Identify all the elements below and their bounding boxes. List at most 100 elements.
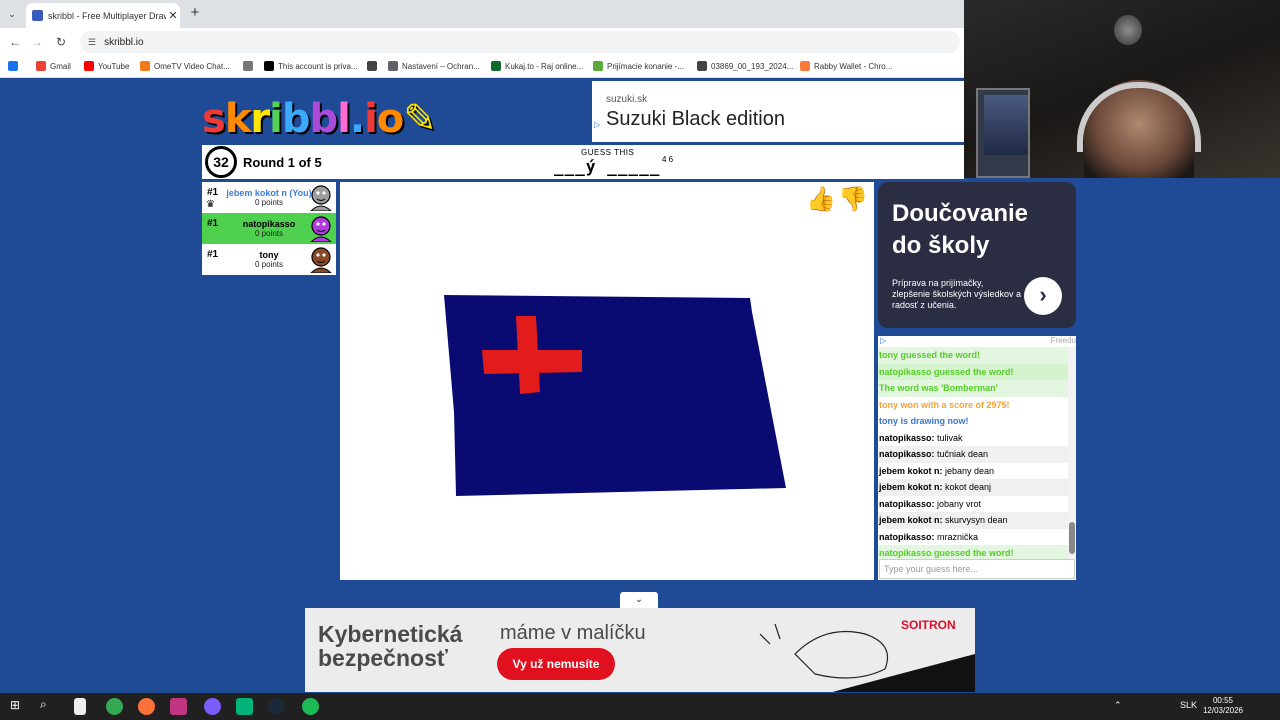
bookmark-label: This account is priva... <box>278 61 358 71</box>
bookmark-item[interactable]: Prijímacie konanie -... <box>593 61 684 71</box>
chat-text: tony won with a score of 2975! <box>879 399 1010 410</box>
chat-author: jebem kokot n: <box>879 482 943 492</box>
chat-author: natopikasso: <box>879 498 935 509</box>
drawing-svg <box>444 295 786 496</box>
chat-text: natopikasso guessed the word! <box>879 366 1014 377</box>
webcam-lamp <box>1114 15 1142 45</box>
apps-grid-icon[interactable] <box>8 61 22 71</box>
bookmark-item[interactable] <box>367 61 381 71</box>
bookmark-item[interactable]: Nastavení – Ochran... <box>388 61 480 71</box>
chat-text: natopikasso guessed the word! <box>879 548 1014 558</box>
ad-domain: suzuki.sk <box>606 94 648 105</box>
search-icon[interactable]: ⌕ <box>40 697 47 712</box>
soitron-ad[interactable]: Kybernetická bezpečnosť máme v malíčku V… <box>305 608 975 692</box>
ad-right-arrow-icon[interactable]: › <box>1024 277 1062 315</box>
bookmark-favicon-icon <box>36 61 46 71</box>
player-rank: #1 <box>207 249 219 260</box>
tab-close-icon[interactable]: ✕ <box>166 9 180 22</box>
ad-choices-icon[interactable]: ▷ <box>880 336 886 345</box>
bookmark-label: OmeTV Video Chat... <box>154 61 230 71</box>
new-tab-button[interactable]: + <box>186 4 204 22</box>
bookmark-label: Gmail <box>50 61 71 71</box>
chat-scrollbar[interactable] <box>1068 347 1076 559</box>
player-name: tony <box>259 250 279 260</box>
bookmark-item[interactable]: Kukaj.to - Raj online... <box>491 61 583 71</box>
ad-title: Suzuki Black edition <box>606 108 785 130</box>
tab-title: skribbl - Free Multiplayer Drawi <box>48 10 166 21</box>
doucovanie-ad[interactable]: Doučovanie do školy Príprava na prijímač… <box>878 182 1076 328</box>
instagram-icon[interactable] <box>170 698 187 715</box>
chat-scrollbar-thumb[interactable] <box>1069 522 1075 554</box>
bookmark-favicon-icon <box>367 61 377 71</box>
guess-input[interactable]: Type your guess here... <box>879 559 1075 579</box>
active-tab[interactable]: skribbl - Free Multiplayer Drawi ✕ <box>26 3 180 28</box>
app-icon[interactable] <box>204 698 221 715</box>
ad-bottom-brand: SOITRON <box>901 618 956 632</box>
back-icon[interactable]: ← <box>6 33 24 51</box>
dislike-thumb-icon[interactable]: 👎 <box>838 185 868 215</box>
system-clock[interactable]: 00:55 12/03/2026 <box>1198 696 1248 716</box>
language-indicator[interactable]: SLK <box>1180 700 1197 710</box>
bookmark-favicon-icon <box>140 61 150 71</box>
word-hint: ___ý _____ <box>554 157 661 176</box>
timer-clock: 32 <box>205 146 237 178</box>
firefox-icon[interactable] <box>138 698 155 715</box>
file-icon[interactable] <box>74 698 86 715</box>
chrome-icon[interactable] <box>106 698 123 715</box>
chat-messages: tony guessed the word! natopikasso guesse… <box>878 347 1068 559</box>
bookmark-label: Nastavení – Ochran... <box>402 61 480 71</box>
windows-start-icon[interactable]: ⊞ <box>10 698 20 712</box>
game-header: 32 Round 1 of 5 GUESS THIS ___ý _____ 4 … <box>202 145 964 179</box>
bookmark-favicon-icon <box>593 61 603 71</box>
discord-icon[interactable] <box>236 698 253 715</box>
collapse-ad-chevron-icon[interactable]: ⌄ <box>620 592 658 608</box>
address-bar[interactable]: ☰ skribbl.io <box>80 31 960 53</box>
reload-icon[interactable]: ↻ <box>52 33 70 51</box>
tab-search-icon[interactable]: ⌄ <box>4 6 20 22</box>
steam-icon[interactable] <box>268 698 285 715</box>
chat-text: tony is drawing now! <box>879 416 969 426</box>
ad-choices-icon[interactable]: ▷ <box>594 120 600 129</box>
player-rank: #1 <box>207 218 219 229</box>
ad-right-headline-line1: Doučovanie <box>892 200 1029 227</box>
suzuki-ad[interactable]: ▷ suzuki.sk Suzuki Black edition <box>592 81 964 142</box>
word-lengths: 4 6 <box>662 155 674 164</box>
player-row[interactable]: #1 jebem kokot n (You) 0 points ♛ <box>202 182 336 213</box>
forward-icon[interactable]: → <box>28 33 46 51</box>
webcam-monitor-screen <box>984 95 1028 155</box>
bookmark-item[interactable]: YouTube <box>84 61 129 71</box>
bookmark-item[interactable]: This account is priva... <box>264 61 358 71</box>
player-name: jebem kokot n (You) <box>226 188 312 198</box>
bookmark-favicon-icon <box>697 61 707 71</box>
chat-author: jebem kokot n: <box>879 465 943 476</box>
bookmark-label: Prijímacie konanie -... <box>607 61 684 71</box>
browser-toolbar: ← → ↻ ☰ skribbl.io <box>0 28 964 56</box>
bookmark-favicon-icon <box>243 61 253 71</box>
like-thumb-icon[interactable]: 👍 <box>806 185 836 215</box>
spotify-icon[interactable] <box>302 698 319 715</box>
chat-message: natopikasso: mraznička <box>878 529 1068 546</box>
drawing-canvas[interactable]: 👍 👎 <box>340 182 874 580</box>
bookmark-favicon-icon <box>84 61 94 71</box>
bookmark-label: Kukaj.to - Raj online... <box>505 61 584 71</box>
skribbl-logo: skribbl.io✎ <box>202 96 437 142</box>
player-row[interactable]: #1 tony 0 points <box>202 244 336 275</box>
bookmark-item[interactable]: Gmail <box>36 61 71 71</box>
player-row[interactable]: #1 natopikasso 0 points <box>202 213 336 244</box>
ad-bottom-cta-button[interactable]: Vy už nemusíte <box>497 648 615 680</box>
guess-this-label: GUESS THIS <box>581 148 635 157</box>
bookmark-item[interactable]: 03869_00_193_2024... <box>697 61 793 71</box>
bookmark-item[interactable] <box>243 61 257 71</box>
round-indicator: Round 1 of 5 <box>243 155 322 170</box>
ad-bottom-sub: máme v malíčku <box>500 622 646 644</box>
url-text: skribbl.io <box>104 36 144 48</box>
player-list: #1 jebem kokot n (You) 0 points ♛ #1 natopika… <box>202 182 336 276</box>
tray-chevron-icon[interactable]: ⌃ <box>1114 700 1122 711</box>
chat-message: jebem kokot n: jebany dean <box>878 463 1068 480</box>
player-points: 0 points <box>254 229 284 238</box>
bookmark-item[interactable]: Rabby Wallet - Chro... <box>800 61 892 71</box>
site-info-icon[interactable]: ☰ <box>88 37 96 48</box>
drawn-flag <box>444 295 786 496</box>
bookmark-item[interactable]: OmeTV Video Chat... <box>140 61 230 71</box>
player-name: natopikasso <box>242 219 296 229</box>
